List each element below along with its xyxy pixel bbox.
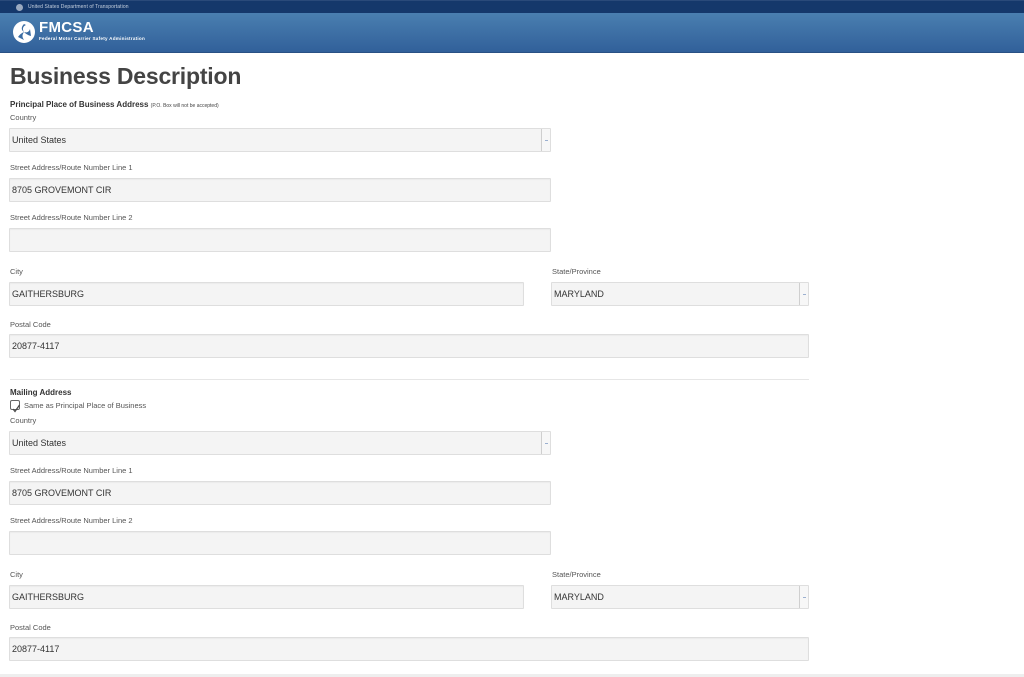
fmcsa-logo-icon[interactable] [13,21,35,43]
brand-subtitle: Federal Motor Carrier Safety Administrat… [39,36,146,41]
chevron-down-icon[interactable] [799,586,808,608]
principal-street2-input[interactable] [9,228,551,252]
principal-street1-input[interactable]: 8705 GROVEMONT CIR [9,178,551,202]
mailing-country-select[interactable]: United States [9,431,551,455]
mailing-city-label: City [10,570,23,579]
principal-street1-label: Street Address/Route Number Line 1 [10,163,133,172]
mailing-state-select[interactable]: MARYLAND [551,585,809,609]
same-as-principal-label[interactable]: Same as Principal Place of Business [24,401,146,410]
principal-title-text: Principal Place of Business Address [10,100,149,109]
mailing-country-value: United States [12,438,67,448]
site-header: FMCSA Federal Motor Carrier Safety Admin… [0,13,1024,53]
principal-section-title: Principal Place of Business Address (P.O… [10,100,219,109]
mailing-street1-input[interactable]: 8705 GROVEMONT CIR [9,481,551,505]
principal-state-select[interactable]: MARYLAND [551,282,809,306]
section-divider [10,379,809,380]
chevron-down-icon[interactable] [541,129,550,151]
principal-postal-label: Postal Code [10,320,51,329]
principal-city-input[interactable]: GAITHERSBURG [9,282,524,306]
mailing-country-label: Country [10,416,37,425]
mailing-street2-label: Street Address/Route Number Line 2 [10,516,133,525]
mailing-postal-input[interactable]: 20877-4117 [9,637,809,661]
mailing-street1-label: Street Address/Route Number Line 1 [10,466,133,475]
mailing-state-value: MARYLAND [554,592,604,602]
principal-street2-label: Street Address/Route Number Line 2 [10,213,133,222]
principal-country-value: United States [12,135,67,145]
brand-name[interactable]: FMCSA [39,20,94,35]
dot-banner-text: United States Department of Transportati… [28,4,129,10]
page-title: Business Description [10,63,242,89]
mailing-state-label: State/Province [552,570,601,579]
checkmark-icon [12,404,20,413]
mailing-street2-input[interactable] [9,531,551,555]
mailing-city-input[interactable]: GAITHERSBURG [9,585,524,609]
chevron-down-icon[interactable] [541,432,550,454]
principal-state-label: State/Province [552,267,601,276]
principal-state-value: MARYLAND [554,289,604,299]
principal-postal-input[interactable]: 20877-4117 [9,334,809,358]
principal-note: (P.O. Box will not be accepted) [150,103,219,109]
dot-banner: United States Department of Transportati… [0,0,1024,13]
mailing-postal-label: Postal Code [10,623,51,632]
principal-country-select[interactable]: United States [9,128,551,152]
principal-city-label: City [10,267,23,276]
same-as-principal-checkbox[interactable] [10,400,20,413]
mailing-section-title: Mailing Address [10,388,72,397]
chevron-down-icon[interactable] [799,283,808,305]
principal-country-label: Country [10,113,37,122]
dot-seal-icon [16,3,23,11]
